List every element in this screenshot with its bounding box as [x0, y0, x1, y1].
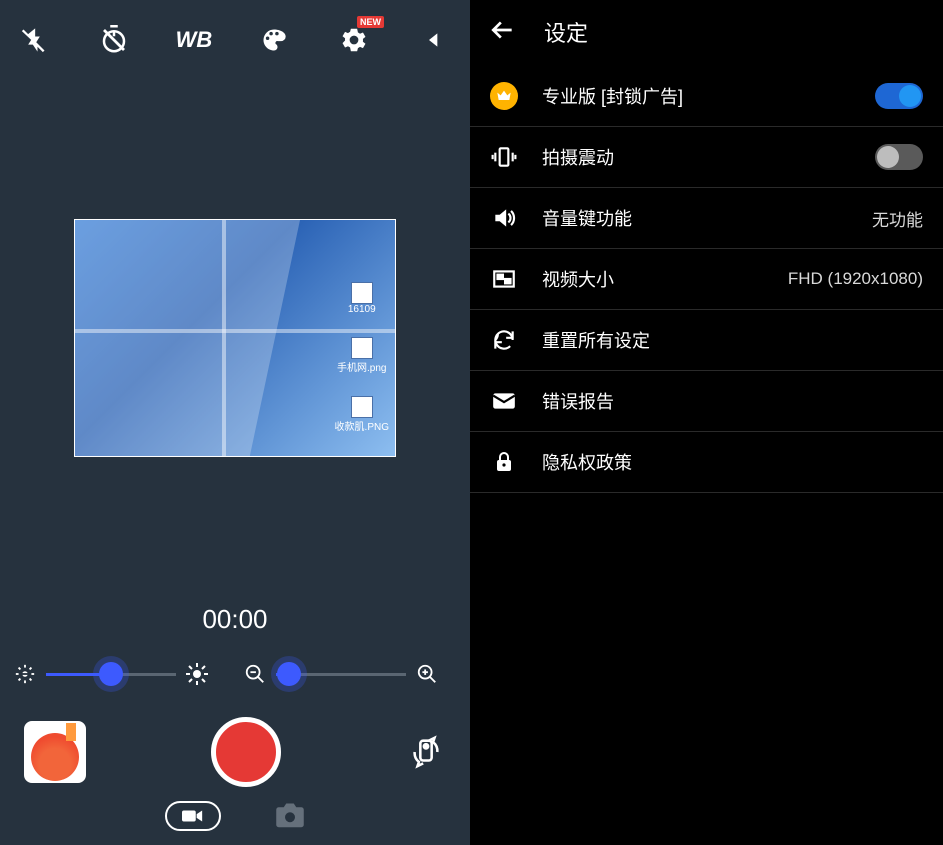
switch-camera-icon[interactable] [406, 730, 446, 774]
photo-mode-button[interactable] [275, 803, 305, 829]
settings-row-volume-key[interactable]: 音量键功能 无功能 [470, 188, 943, 249]
timer-off-icon[interactable] [92, 18, 136, 62]
settings-label: 错误报告 [542, 388, 923, 414]
new-badge: NEW [357, 16, 384, 28]
vibrate-icon [490, 143, 518, 171]
toggle-vibrate[interactable] [875, 144, 923, 170]
settings-row-video-size[interactable]: 视频大小 FHD (1920x1080) [470, 249, 943, 310]
settings-row-privacy[interactable]: 隐私权政策 [470, 432, 943, 493]
settings-row-reset[interactable]: 重置所有设定 [470, 310, 943, 371]
sliders-row [0, 659, 470, 689]
camera-screen: WB NEW 16109 手机网.png 收款肌.PNG 00:00 [0, 0, 470, 845]
mail-icon [490, 387, 518, 415]
settings-icon[interactable]: NEW [332, 18, 376, 62]
settings-header: 设定 [470, 0, 943, 66]
zoom-slider[interactable] [276, 664, 406, 684]
settings-value: FHD (1920x1080) [788, 269, 923, 289]
settings-title: 设定 [544, 16, 588, 48]
preview-thumbnail: 16109 手机网.png 收款肌.PNG [74, 219, 396, 457]
flash-off-icon[interactable] [12, 18, 56, 62]
recording-timer: 00:00 [0, 604, 470, 635]
wb-label: WB [176, 27, 213, 53]
toggle-pro[interactable] [875, 83, 923, 109]
collapse-left-icon[interactable] [412, 18, 456, 62]
video-mode-button[interactable] [165, 801, 221, 831]
settings-screen: 设定 专业版 [封锁广告] 拍摄震动 音量键功能 无功能 [470, 0, 943, 845]
camera-preview[interactable]: 16109 手机网.png 收款肌.PNG [0, 62, 470, 574]
settings-label: 拍摄震动 [542, 144, 851, 170]
zoom-in-icon[interactable] [412, 659, 442, 689]
gallery-thumbnail[interactable] [24, 721, 86, 783]
bottom-controls [0, 717, 470, 801]
brightness-down-icon[interactable] [10, 659, 40, 689]
lock-icon [490, 448, 518, 476]
crown-icon [490, 82, 518, 110]
settings-label: 音量键功能 [542, 205, 848, 231]
settings-row-pro[interactable]: 专业版 [封锁广告] [470, 66, 943, 127]
settings-label: 专业版 [封锁广告] [542, 83, 851, 109]
aspect-ratio-icon [490, 265, 518, 293]
settings-row-vibrate[interactable]: 拍摄震动 [470, 127, 943, 188]
reset-icon [490, 326, 518, 354]
back-icon[interactable] [490, 17, 516, 48]
brightness-up-icon[interactable] [182, 659, 212, 689]
preview-desktop-item: 收款肌.PNG [335, 396, 389, 433]
camera-top-toolbar: WB NEW [0, 0, 470, 62]
settings-label: 重置所有设定 [542, 327, 923, 353]
settings-label: 隐私权政策 [542, 449, 923, 475]
settings-label: 视频大小 [542, 266, 764, 292]
record-button[interactable] [211, 717, 281, 787]
volume-icon [490, 204, 518, 232]
brightness-slider[interactable] [46, 664, 176, 684]
zoom-out-icon[interactable] [240, 659, 270, 689]
palette-icon[interactable] [252, 18, 296, 62]
preview-desktop-item: 16109 [348, 282, 376, 315]
settings-value: 无功能 [872, 206, 923, 231]
preview-desktop-item: 手机网.png [337, 337, 386, 374]
settings-list: 专业版 [封锁广告] 拍摄震动 音量键功能 无功能 视频大小 FHD (1920… [470, 66, 943, 493]
white-balance-button[interactable]: WB [172, 18, 216, 62]
mode-row [0, 801, 470, 845]
settings-row-bug-report[interactable]: 错误报告 [470, 371, 943, 432]
